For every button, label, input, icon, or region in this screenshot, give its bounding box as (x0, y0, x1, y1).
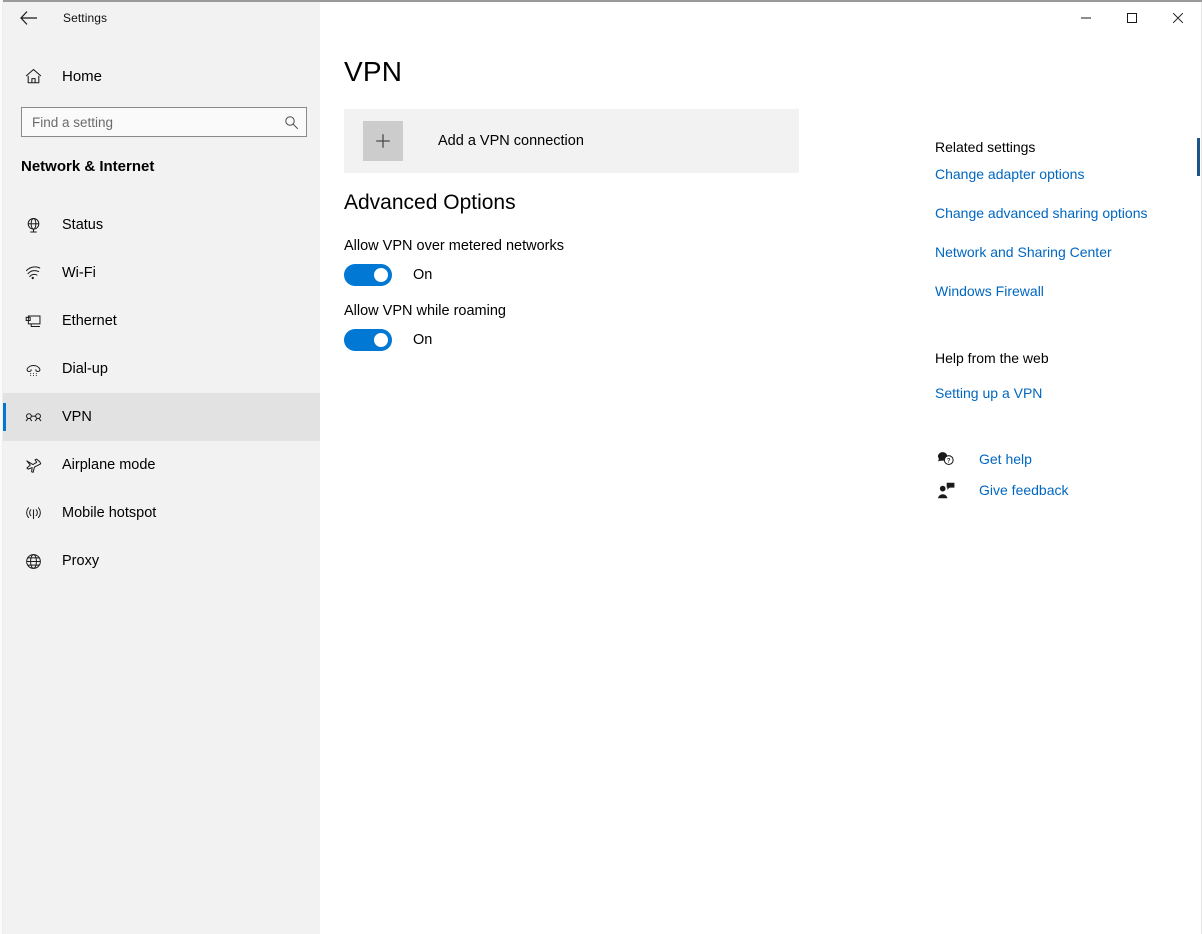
link-setting-up-a-vpn[interactable]: Setting up a VPN (935, 385, 1042, 401)
sidebar: Home Network & Internet (3, 34, 320, 934)
give-feedback-row[interactable]: Give feedback (935, 479, 1069, 501)
roaming-toggle-row: On (344, 329, 432, 351)
airplane-icon (11, 456, 55, 475)
link-change-advanced-sharing-options[interactable]: Change advanced sharing options (935, 205, 1148, 221)
sidebar-item-label: Ethernet (62, 313, 117, 329)
metered-networks-state: On (413, 267, 433, 283)
dialup-phone-icon (11, 360, 55, 379)
metered-networks-toggle-row: On (344, 264, 432, 286)
main-content: VPN Add a VPN connection Advanced Option… (320, 34, 1201, 934)
toggle-knob (374, 333, 388, 347)
vpn-key-icon (11, 408, 55, 427)
roaming-state: On (413, 332, 433, 348)
sidebar-item-label: Wi-Fi (62, 265, 96, 281)
sidebar-item-status[interactable]: Status (3, 201, 320, 249)
sidebar-item-dialup[interactable]: Dial-up (3, 345, 320, 393)
sidebar-item-label: Airplane mode (62, 457, 156, 473)
wifi-icon (11, 264, 55, 283)
related-settings-heading: Related settings (935, 139, 1036, 155)
add-vpn-connection-button[interactable]: Add a VPN connection (344, 109, 799, 173)
hotspot-icon (11, 504, 55, 523)
link-change-adapter-options[interactable]: Change adapter options (935, 166, 1084, 182)
sidebar-item-label: VPN (62, 409, 92, 425)
roaming-label: Allow VPN while roaming (344, 303, 506, 319)
settings-window: Settings Home Find a setting Network & I… (0, 0, 1202, 934)
sidebar-item-wifi[interactable]: Wi-Fi (3, 249, 320, 297)
question-bubble-icon: ? (935, 448, 957, 470)
plus-icon (363, 121, 403, 161)
get-help-label: Get help (979, 451, 1032, 467)
sidebar-item-label: Status (62, 217, 104, 233)
sidebar-item-label: Proxy (62, 553, 100, 569)
sidebar-item-mobile-hotspot[interactable]: Mobile hotspot (3, 489, 320, 537)
back-arrow-icon (19, 11, 37, 25)
ethernet-icon (11, 312, 55, 331)
toggle-knob (374, 268, 388, 282)
feedback-person-icon (935, 479, 957, 501)
window-controls (1063, 2, 1201, 34)
status-globe-icon (11, 216, 55, 235)
maximize-button[interactable] (1109, 2, 1155, 34)
get-help-row[interactable]: ? Get help (935, 448, 1032, 470)
sidebar-item-ethernet[interactable]: Ethernet (3, 297, 320, 345)
roaming-toggle[interactable] (344, 329, 392, 351)
background-window-scroll-accent (1197, 138, 1200, 176)
back-button[interactable] (8, 2, 48, 34)
add-vpn-connection-label: Add a VPN connection (438, 133, 584, 149)
sidebar-item-airplane-mode[interactable]: Airplane mode (3, 441, 320, 489)
link-network-and-sharing-center[interactable]: Network and Sharing Center (935, 244, 1112, 260)
advanced-options-heading: Advanced Options (344, 191, 516, 214)
sidebar-item-proxy[interactable]: Proxy (3, 537, 320, 585)
sidebar-home-label: Home (62, 67, 103, 85)
sidebar-item-home[interactable]: Home (3, 56, 320, 96)
titlebar-left-background (3, 2, 320, 34)
window-top-border (3, 0, 1202, 2)
sidebar-item-vpn[interactable]: VPN (3, 393, 320, 441)
help-from-web-heading: Help from the web (935, 350, 1049, 366)
metered-networks-toggle[interactable] (344, 264, 392, 286)
link-windows-firewall[interactable]: Windows Firewall (935, 283, 1044, 299)
page-title: VPN (344, 56, 403, 87)
give-feedback-label: Give feedback (979, 482, 1069, 498)
close-icon (1172, 12, 1184, 24)
selection-indicator (3, 403, 6, 431)
minimize-button[interactable] (1063, 2, 1109, 34)
proxy-globe-icon (11, 552, 55, 571)
maximize-icon (1127, 13, 1137, 23)
sidebar-item-label: Dial-up (62, 361, 108, 377)
home-icon (11, 67, 55, 86)
close-button[interactable] (1155, 2, 1201, 34)
metered-networks-label: Allow VPN over metered networks (344, 238, 564, 254)
search-input[interactable] (21, 107, 307, 137)
svg-text:?: ? (946, 458, 950, 464)
sidebar-nav-list: Status Wi-Fi Ethernet Dial-up VPN Airpla… (3, 201, 320, 585)
sidebar-item-label: Mobile hotspot (62, 505, 157, 521)
sidebar-category-title: Network & Internet (21, 158, 155, 175)
minimize-icon (1081, 17, 1091, 19)
search-box[interactable] (21, 107, 307, 137)
window-title: Settings (63, 11, 108, 25)
